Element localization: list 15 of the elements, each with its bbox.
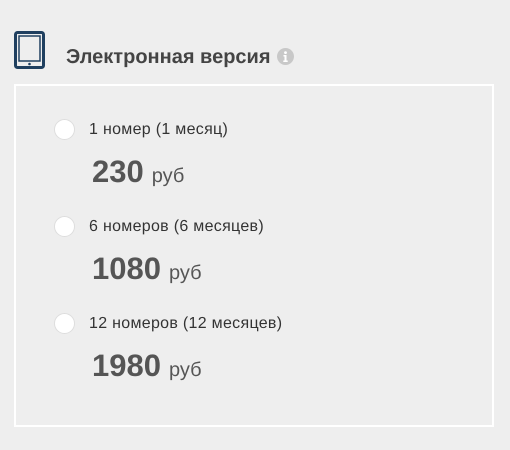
info-icon[interactable] <box>276 48 294 65</box>
radio-button[interactable] <box>54 119 75 140</box>
option-label[interactable]: 1 номер (1 месяц) <box>89 120 228 138</box>
currency-label: руб <box>168 262 202 285</box>
currency-label: руб <box>152 165 184 188</box>
price-amount: 1980 <box>92 348 161 384</box>
section-title: Электронная версия <box>66 46 271 68</box>
price-amount: 1080 <box>92 251 161 287</box>
tablet-icon <box>14 31 45 69</box>
currency-label: руб <box>168 359 202 382</box>
option-label[interactable]: 6 номеров (6 месяцев) <box>89 218 264 236</box>
price-amount: 230 <box>92 154 144 190</box>
option-label[interactable]: 12 номеров (12 месяцев) <box>89 314 282 332</box>
radio-button[interactable] <box>54 313 75 334</box>
radio-button[interactable] <box>54 216 75 237</box>
